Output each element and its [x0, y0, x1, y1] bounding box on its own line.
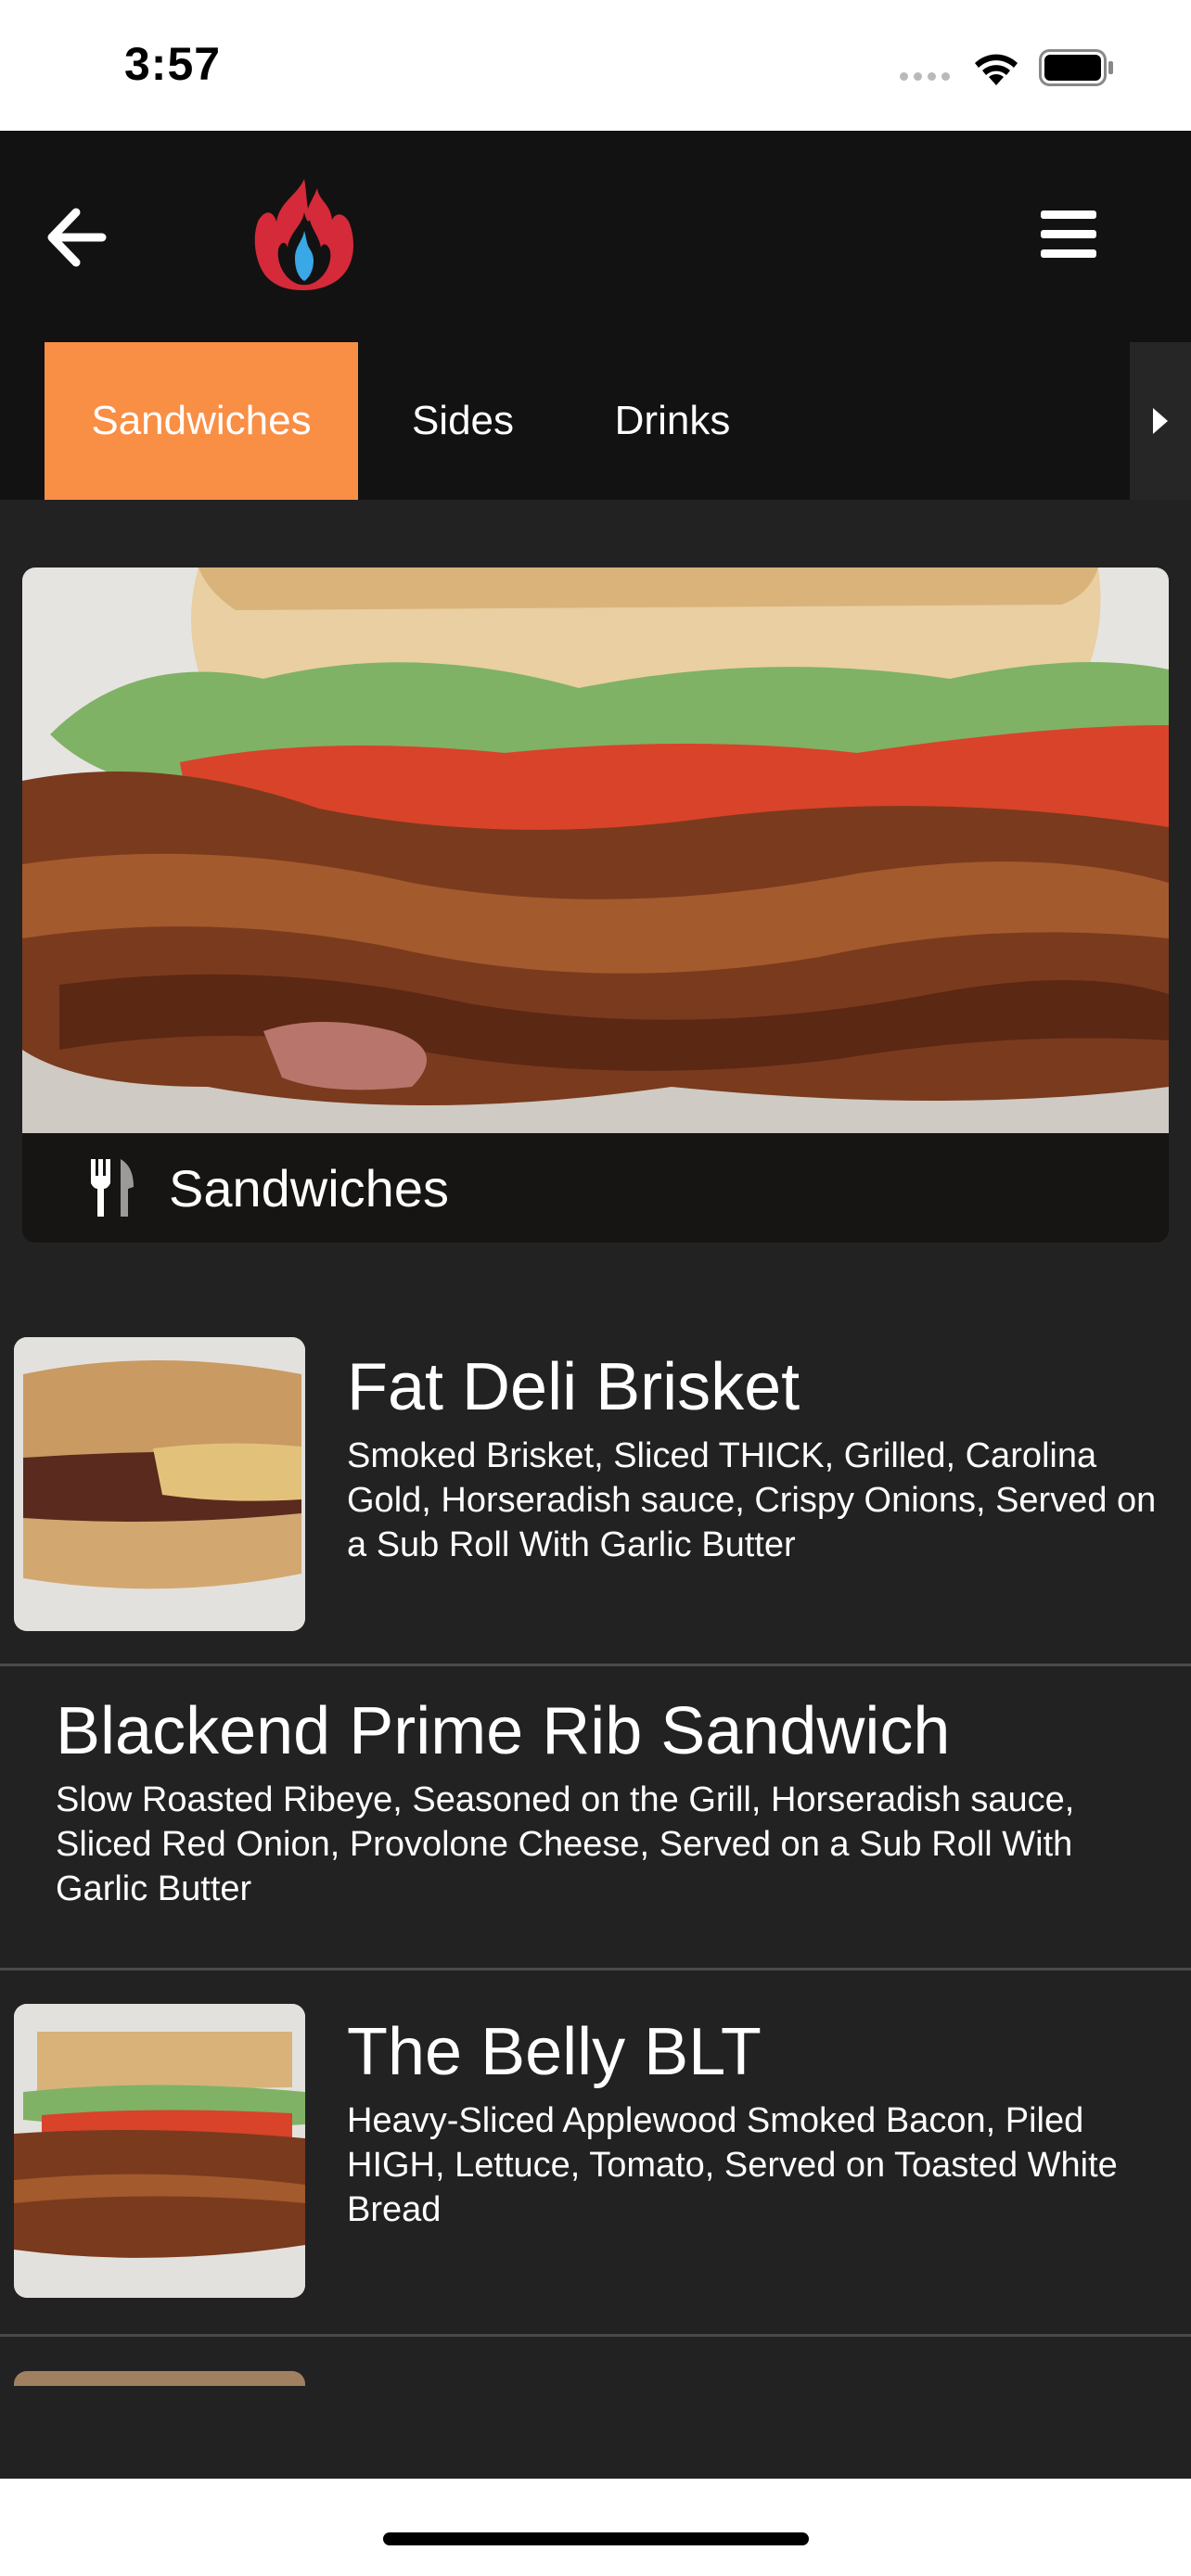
- chevron-right-icon: [1153, 408, 1168, 434]
- hamburger-menu-icon[interactable]: [1039, 207, 1098, 262]
- list-bottom-spacer: [0, 2386, 1191, 2479]
- tab-drinks[interactable]: Drinks: [594, 342, 751, 500]
- menu-item-blackend-prime-rib[interactable]: Blackend Prime Rib Sandwich Slow Roasted…: [0, 1666, 1191, 1970]
- menu-item-description: Smoked Brisket, Sliced THICK, Grilled, C…: [347, 1436, 1157, 1564]
- home-indicator-area: [0, 2479, 1191, 2576]
- cellular-signal-icon: [900, 72, 950, 81]
- category-card[interactable]: Sandwiches: [22, 567, 1169, 1243]
- category-hero-image: [22, 567, 1169, 1133]
- wifi-icon: [975, 54, 1018, 85]
- tab-sides[interactable]: Sides: [395, 342, 531, 500]
- menu-item-image: [14, 1337, 305, 1631]
- home-indicator[interactable]: [383, 2532, 809, 2545]
- menu-item-description: Slow Roasted Ribeye, Seasoned on the Gri…: [56, 1780, 1075, 1908]
- app-header: [0, 131, 1191, 342]
- status-bar: 3:57: [0, 0, 1191, 131]
- menu-item-name: The Belly BLT: [347, 2015, 762, 2089]
- menu-item-belly-blt[interactable]: The Belly BLT Heavy-Sliced Applewood Smo…: [0, 1970, 1191, 2337]
- status-time: 3:57: [124, 38, 222, 90]
- menu-item-image: [14, 2004, 305, 2298]
- flame-logo[interactable]: [252, 175, 356, 292]
- category-title: Sandwiches: [169, 1159, 449, 1218]
- category-caption: Sandwiches: [22, 1133, 1169, 1243]
- menu-item-name: Blackend Prime Rib Sandwich: [56, 1694, 951, 1768]
- back-arrow-icon[interactable]: [45, 205, 109, 270]
- menu-item-name: Fat Deli Brisket: [347, 1350, 800, 1424]
- battery-icon: [1039, 49, 1113, 86]
- menu-item-image-partial: [14, 2371, 305, 2386]
- category-tab-bar: Sandwiches Sides Drinks: [0, 342, 1191, 500]
- utensils-icon: [91, 1159, 134, 1217]
- menu-item-description: Heavy-Sliced Applewood Smoked Bacon, Pil…: [347, 2101, 1118, 2229]
- menu-item-fat-deli-brisket[interactable]: Fat Deli Brisket Smoked Brisket, Sliced …: [0, 1320, 1191, 1666]
- tab-scroll-right-button[interactable]: [1130, 342, 1191, 500]
- tab-sandwiches[interactable]: Sandwiches: [45, 342, 358, 500]
